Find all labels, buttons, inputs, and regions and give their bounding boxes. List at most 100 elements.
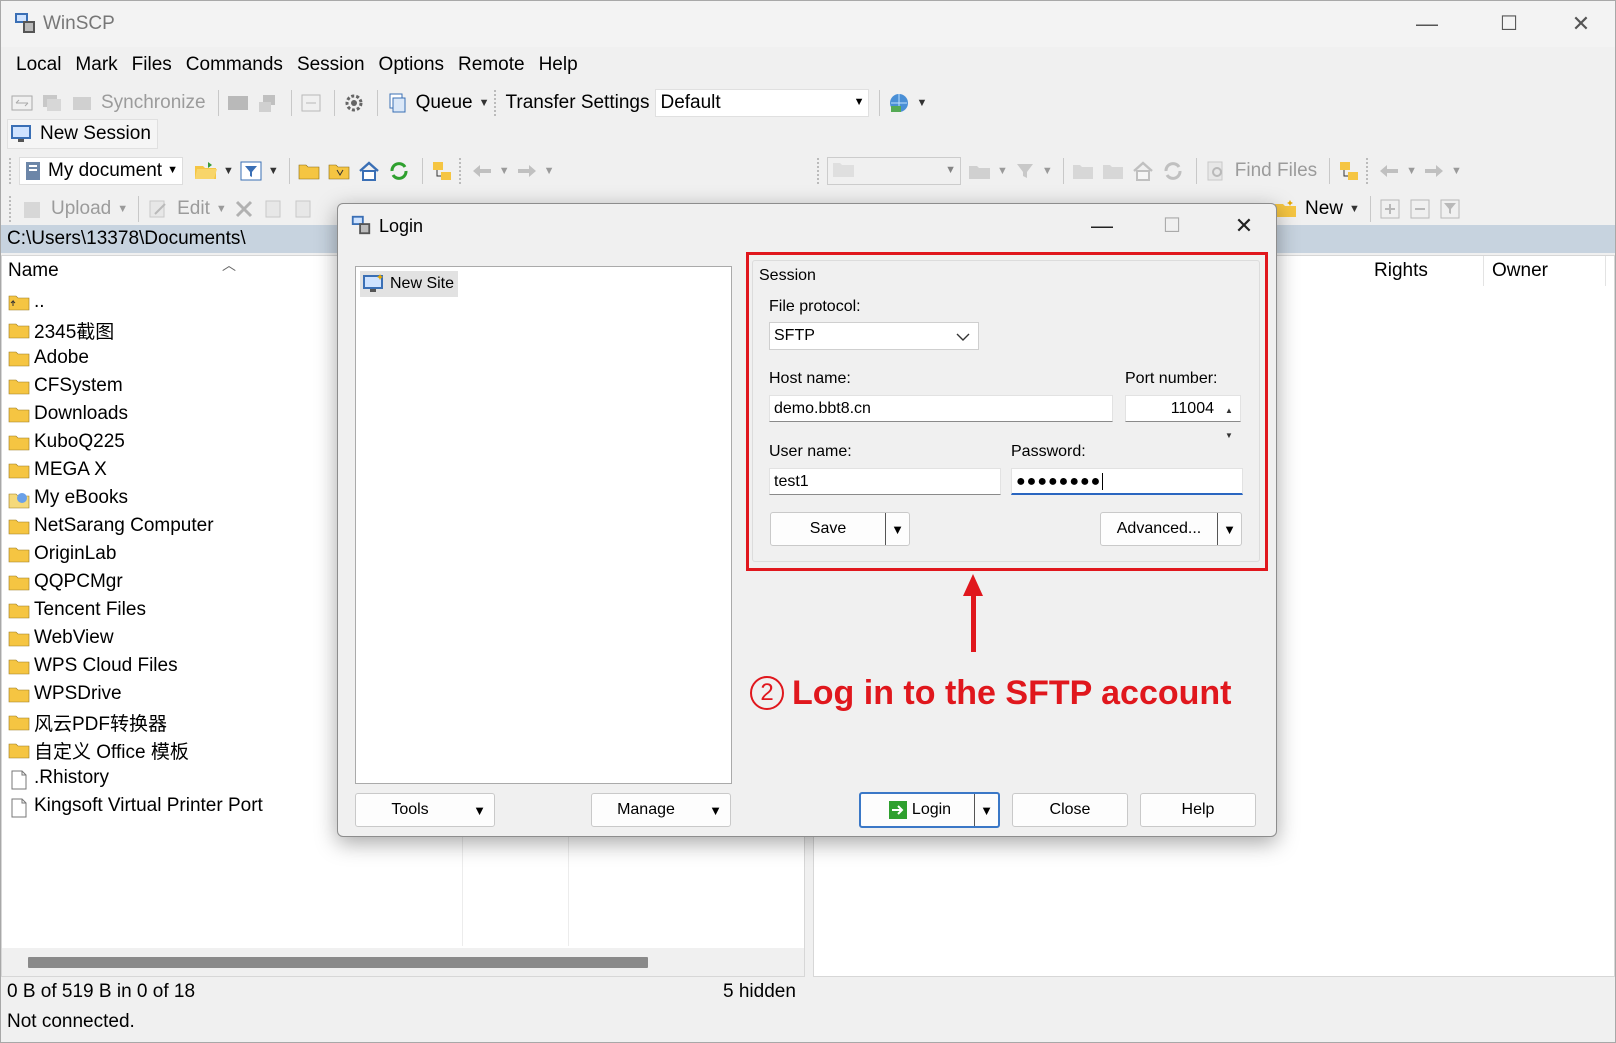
home-icon[interactable] [356, 158, 382, 184]
menu-remote[interactable]: Remote [451, 51, 532, 81]
filter-dropdown-icon[interactable]: ▼ [268, 165, 279, 177]
remote-parent-icon[interactable] [1070, 158, 1096, 184]
menu-commands[interactable]: Commands [179, 51, 290, 81]
new-button[interactable]: New [1305, 198, 1343, 220]
back-dropdown-icon[interactable]: ▼ [1406, 165, 1417, 177]
remote-open-folder-icon[interactable] [967, 158, 993, 184]
preferences-gear-icon[interactable] [341, 90, 367, 116]
file-row[interactable]: KuboQ225 [8, 428, 263, 456]
spin-up-icon[interactable]: ▲ [1225, 398, 1233, 423]
new-dropdown-icon[interactable]: ▼ [1349, 203, 1360, 215]
file-row[interactable]: Tencent Files [8, 596, 263, 624]
file-row[interactable]: OriginLab [8, 540, 263, 568]
root-folder-icon[interactable] [326, 158, 352, 184]
file-row[interactable]: Adobe [8, 344, 263, 372]
host-name-input[interactable]: demo.bbt8.cn [769, 395, 1113, 422]
filter-dropdown-icon[interactable]: ▼ [1042, 165, 1053, 177]
properties-icon[interactable] [291, 196, 317, 222]
dialog-minimize-button[interactable]: — [1080, 208, 1124, 244]
parent-folder-icon[interactable] [296, 158, 322, 184]
remote-filter-icon[interactable] [1012, 158, 1038, 184]
back-dropdown-icon[interactable]: ▼ [499, 165, 510, 177]
site-item-new-site[interactable]: New Site [360, 271, 459, 297]
port-number-input[interactable]: 11004 ▲ ▼ [1125, 395, 1241, 440]
unselect-minus-icon[interactable] [1407, 196, 1433, 222]
dialog-maximize-button[interactable]: ☐ [1150, 208, 1194, 244]
user-name-input[interactable]: test1 [769, 468, 1001, 495]
synchronize-icon[interactable] [69, 90, 95, 116]
port-spinner[interactable]: ▲ ▼ [1220, 398, 1238, 440]
file-row[interactable]: CFSystem [8, 372, 263, 400]
file-row[interactable]: My eBooks [8, 484, 263, 512]
open-dropdown-icon[interactable]: ▼ [223, 165, 234, 177]
synchronize-button[interactable]: Synchronize [101, 92, 206, 114]
scrollbar-thumb[interactable] [28, 957, 648, 968]
remote-forward-arrow-icon[interactable] [1421, 158, 1447, 184]
transfer-icon[interactable] [298, 90, 324, 116]
remote-root-icon[interactable] [1100, 158, 1126, 184]
select-filter-icon[interactable] [1437, 196, 1463, 222]
file-row[interactable]: MEGA X [8, 456, 263, 484]
menu-mark[interactable]: Mark [68, 51, 124, 81]
filter-icon[interactable] [238, 158, 264, 184]
local-drive-select[interactable]: My document ▼ [19, 157, 183, 185]
login-button[interactable]: Login ▼ [859, 792, 1000, 828]
file-row[interactable]: Downloads [8, 400, 263, 428]
file-row[interactable]: 风云PDF转换器 [8, 708, 263, 736]
tree-icon[interactable] [429, 158, 455, 184]
refresh-icon[interactable] [386, 158, 412, 184]
queue-icon[interactable] [384, 90, 410, 116]
find-files-icon[interactable] [1203, 158, 1229, 184]
column-header-rights[interactable]: Rights [1368, 256, 1484, 286]
spin-down-icon[interactable]: ▼ [1225, 423, 1233, 448]
file-row[interactable]: NetSarang Computer [8, 512, 263, 540]
forward-dropdown-icon[interactable]: ▼ [1451, 165, 1462, 177]
edit-icon[interactable] [145, 196, 171, 222]
find-files-button[interactable]: Find Files [1235, 160, 1317, 182]
file-row[interactable]: WPS Cloud Files [8, 652, 263, 680]
console-icon[interactable] [225, 90, 251, 116]
help-button[interactable]: Help [1140, 793, 1256, 827]
save-button[interactable]: Save ▼ [770, 512, 910, 546]
open-folder-icon[interactable] [193, 158, 219, 184]
column-header-name[interactable]: Name ︿ [2, 256, 338, 286]
sync-browse-icon[interactable] [39, 90, 65, 116]
upload-icon[interactable] [19, 196, 45, 222]
menu-files[interactable]: Files [125, 51, 179, 81]
password-input[interactable]: ●●●●●●●● [1011, 468, 1243, 495]
file-row[interactable]: 自定义 Office 模板 [8, 736, 263, 764]
upload-dropdown-icon[interactable]: ▼ [117, 203, 128, 215]
delete-x-icon[interactable] [231, 196, 257, 222]
save-dropdown-icon[interactable]: ▼ [885, 513, 909, 545]
network-globe-icon[interactable] [886, 90, 912, 116]
edit-dropdown-icon[interactable]: ▼ [216, 203, 227, 215]
close-button[interactable]: ✕ [1561, 9, 1601, 39]
edit-button[interactable]: Edit [177, 198, 210, 220]
login-dropdown-icon[interactable]: ▼ [974, 794, 998, 826]
file-row[interactable]: .. [8, 288, 263, 316]
file-row[interactable]: QQPCMgr [8, 568, 263, 596]
putty-icon[interactable] [255, 90, 281, 116]
remote-home-icon[interactable] [1130, 158, 1156, 184]
horizontal-scrollbar[interactable] [2, 948, 804, 976]
manage-button[interactable]: Manage ▼ [591, 793, 731, 827]
upload-button[interactable]: Upload [51, 198, 111, 220]
menu-local[interactable]: Local [9, 51, 68, 81]
new-session-tab[interactable]: New Session [7, 119, 158, 149]
file-row[interactable]: Kingsoft Virtual Printer Port [8, 792, 263, 820]
column-header-owner[interactable]: Owner [1486, 256, 1606, 286]
forward-dropdown-icon[interactable]: ▼ [544, 165, 555, 177]
file-row[interactable]: WebView [8, 624, 263, 652]
transfer-settings-select[interactable]: Default ▼ [655, 89, 870, 117]
queue-button[interactable]: Queue [416, 92, 473, 114]
maximize-button[interactable]: ☐ [1489, 9, 1529, 39]
dialog-close-button[interactable]: ✕ [1222, 208, 1266, 244]
advanced-button[interactable]: Advanced... ▼ [1100, 512, 1242, 546]
file-protocol-select[interactable]: SFTP [769, 322, 979, 350]
queue-dropdown-icon[interactable]: ▼ [479, 97, 490, 109]
menu-session[interactable]: Session [290, 51, 372, 81]
advanced-dropdown-icon[interactable]: ▼ [1217, 513, 1241, 545]
remote-location-select[interactable]: ▼ [827, 157, 961, 185]
forward-arrow-icon[interactable] [514, 158, 540, 184]
select-plus-icon[interactable] [1377, 196, 1403, 222]
